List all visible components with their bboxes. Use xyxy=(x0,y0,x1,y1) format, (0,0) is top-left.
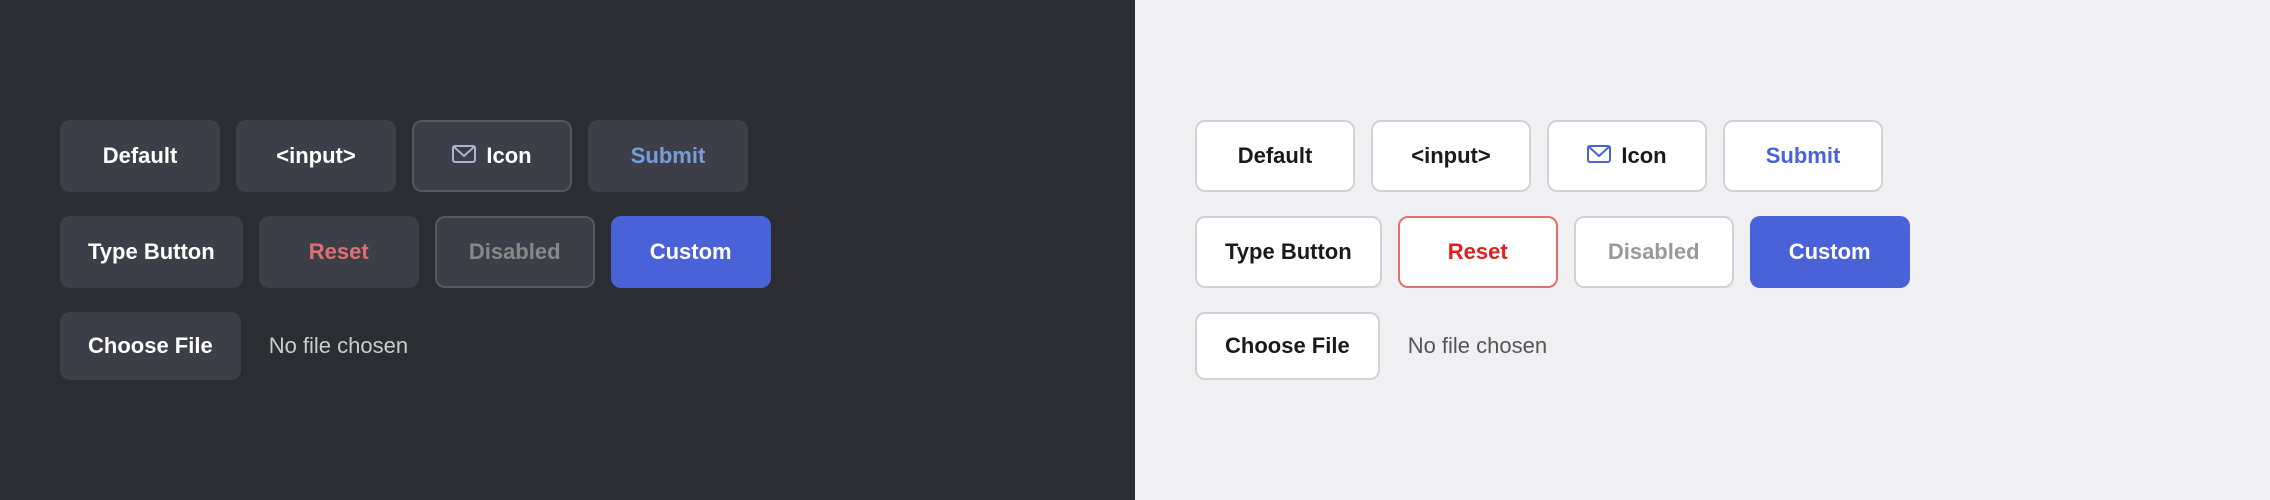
dark-input-button[interactable]: <input> xyxy=(236,120,396,192)
dark-no-file-text: No file chosen xyxy=(269,333,408,359)
light-disabled-button: Disabled xyxy=(1574,216,1734,288)
dark-choose-file-button[interactable]: Choose File xyxy=(60,312,241,380)
dark-custom-button[interactable]: Custom xyxy=(611,216,771,288)
envelope-icon-light xyxy=(1587,143,1611,169)
light-type-button-btn[interactable]: Type Button xyxy=(1195,216,1382,288)
dark-disabled-button: Disabled xyxy=(435,216,595,288)
light-choose-file-button[interactable]: Choose File xyxy=(1195,312,1380,380)
dark-type-button-label: Type Button xyxy=(88,239,215,265)
light-custom-button[interactable]: Custom xyxy=(1750,216,1910,288)
dark-icon-label: Icon xyxy=(486,143,531,169)
dark-submit-label: Submit xyxy=(631,143,706,169)
dark-input-label: <input> xyxy=(276,143,355,169)
dark-type-button-btn[interactable]: Type Button xyxy=(60,216,243,288)
light-default-label: Default xyxy=(1238,143,1313,169)
light-disabled-label: Disabled xyxy=(1608,239,1700,265)
dark-panel: Default <input> Icon Submit Type Button … xyxy=(0,0,1135,500)
dark-default-label: Default xyxy=(103,143,178,169)
light-submit-label: Submit xyxy=(1766,143,1841,169)
dark-submit-button[interactable]: Submit xyxy=(588,120,748,192)
light-reset-button[interactable]: Reset xyxy=(1398,216,1558,288)
dark-reset-label: Reset xyxy=(309,239,369,265)
dark-default-button[interactable]: Default xyxy=(60,120,220,192)
dark-custom-label: Custom xyxy=(650,239,732,265)
dark-choose-file-label: Choose File xyxy=(88,333,213,358)
light-row-1: Default <input> Icon Submit xyxy=(1195,120,1883,192)
dark-reset-button[interactable]: Reset xyxy=(259,216,419,288)
light-custom-label: Custom xyxy=(1789,239,1871,265)
light-panel: Default <input> Icon Submit Type Button … xyxy=(1135,0,2270,500)
light-choose-file-label: Choose File xyxy=(1225,333,1350,358)
light-default-button[interactable]: Default xyxy=(1195,120,1355,192)
light-reset-label: Reset xyxy=(1448,239,1508,265)
light-icon-button[interactable]: Icon xyxy=(1547,120,1707,192)
light-type-button-label: Type Button xyxy=(1225,239,1352,265)
light-row-2: Type Button Reset Disabled Custom xyxy=(1195,216,1910,288)
light-icon-label: Icon xyxy=(1621,143,1666,169)
light-input-button[interactable]: <input> xyxy=(1371,120,1531,192)
dark-disabled-label: Disabled xyxy=(469,239,561,265)
dark-row-2: Type Button Reset Disabled Custom xyxy=(60,216,771,288)
envelope-icon xyxy=(452,143,476,169)
light-row-3: Choose File No file chosen xyxy=(1195,312,1547,380)
dark-row-3: Choose File No file chosen xyxy=(60,312,408,380)
dark-row-1: Default <input> Icon Submit xyxy=(60,120,748,192)
light-no-file-text: No file chosen xyxy=(1408,333,1547,359)
dark-icon-button[interactable]: Icon xyxy=(412,120,572,192)
light-input-label: <input> xyxy=(1411,143,1490,169)
light-submit-button[interactable]: Submit xyxy=(1723,120,1883,192)
